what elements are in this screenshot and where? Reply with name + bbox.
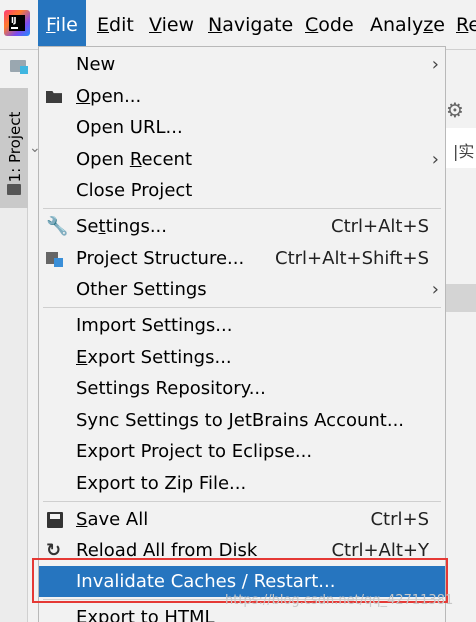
menu-item-export-zip[interactable]: Export to Zip File...	[39, 468, 445, 499]
menu-item-shortcut: Ctrl+Alt+S	[331, 216, 429, 237]
project-folder-icon[interactable]	[10, 58, 30, 74]
menu-item-close-project[interactable]: Close Project	[39, 175, 445, 206]
menu-item-shortcut: Ctrl+Alt+Shift+S	[275, 248, 429, 269]
menu-navigate[interactable]: Navigate	[200, 0, 301, 48]
menu-item-open[interactable]: Open...	[39, 81, 445, 112]
menu-item-open-url[interactable]: Open URL...	[39, 112, 445, 143]
reload-icon: ↻	[46, 540, 62, 561]
intellij-logo-icon[interactable]: IJ	[4, 10, 30, 36]
menu-item-label: Export to HTML	[76, 607, 215, 622]
menu-item-label: Settings...	[76, 216, 167, 237]
menu-item-import-settings[interactable]: Import Settings...	[39, 310, 445, 341]
project-structure-icon	[46, 250, 64, 268]
menu-item-label: Open...	[76, 86, 142, 107]
menu-item-label: Export to Zip File...	[76, 473, 247, 494]
chevron-right-icon: ›	[431, 279, 439, 300]
menu-item-label: Open Recent	[76, 149, 193, 170]
file-menu-dropdown: New › Open... Open URL... Open Recent › …	[38, 46, 446, 622]
open-folder-icon	[46, 88, 64, 106]
menu-item-open-recent[interactable]: Open Recent ›	[39, 144, 445, 175]
menu-item-settings[interactable]: 🔧 Settings... Ctrl+Alt+S	[39, 211, 445, 242]
menu-edit[interactable]: Edit	[89, 0, 142, 48]
menu-view[interactable]: View	[141, 0, 202, 48]
menu-item-settings-repository[interactable]: Settings Repository...	[39, 373, 445, 404]
menu-separator	[43, 501, 441, 502]
menu-item-label: Export Project to Eclipse...	[76, 441, 313, 462]
menu-item-label: Reload All from Disk	[76, 540, 258, 561]
menu-item-label: Import Settings...	[76, 315, 233, 336]
menu-item-label: Close Project	[76, 180, 193, 201]
chevron-right-icon: ›	[431, 54, 439, 75]
menu-item-project-structure[interactable]: Project Structure... Ctrl+Alt+Shift+S	[39, 243, 445, 274]
menu-item-shortcut: Ctrl+S	[370, 509, 429, 530]
menu-file[interactable]: File	[38, 0, 86, 48]
menu-item-export-settings[interactable]: Export Settings...	[39, 342, 445, 373]
menu-item-other-settings[interactable]: Other Settings ›	[39, 274, 445, 305]
menu-separator	[43, 307, 441, 308]
menu-item-label: Export Settings...	[76, 347, 232, 368]
save-icon	[46, 511, 64, 529]
menu-item-shortcut: Ctrl+Alt+Y	[331, 540, 429, 561]
project-tool-tab-label: 1: Project	[6, 111, 24, 183]
gear-icon[interactable]: ⚙	[446, 100, 466, 120]
editor-selected-line	[446, 284, 476, 312]
wrench-icon: 🔧	[46, 216, 69, 237]
menu-item-save-all[interactable]: Save All Ctrl+S	[39, 504, 445, 535]
menu-separator	[43, 208, 441, 209]
menu-item-label: Save All	[76, 509, 149, 530]
menu-item-new[interactable]: New ›	[39, 49, 445, 80]
menu-item-label: Settings Repository...	[76, 378, 266, 399]
menu-item-reload-from-disk[interactable]: ↻ Reload All from Disk Ctrl+Alt+Y	[39, 535, 445, 566]
menu-analyze[interactable]: Analyze	[362, 0, 453, 48]
menu-refactor[interactable]: Re	[448, 0, 476, 48]
chevron-right-icon: ›	[431, 149, 439, 170]
watermark: https://blog.csdn.net/qq_42711381	[225, 593, 454, 608]
menu-item-label: Open URL...	[76, 117, 183, 138]
menu-item-export-eclipse[interactable]: Export Project to Eclipse...	[39, 436, 445, 467]
menu-item-label: Other Settings	[76, 279, 207, 300]
menu-item-label: Project Structure...	[76, 248, 245, 269]
menu-item-label: Sync Settings to JetBrains Account...	[76, 410, 405, 431]
menu-item-label: New	[76, 54, 116, 75]
menu-code[interactable]: Code	[297, 0, 362, 48]
menu-bar: IJ File Edit View Navigate Code Analyze …	[0, 0, 476, 50]
project-tab-folder-icon	[7, 184, 21, 195]
menu-item-sync-settings[interactable]: Sync Settings to JetBrains Account...	[39, 405, 445, 436]
editor-peek-text: |实	[453, 142, 475, 161]
